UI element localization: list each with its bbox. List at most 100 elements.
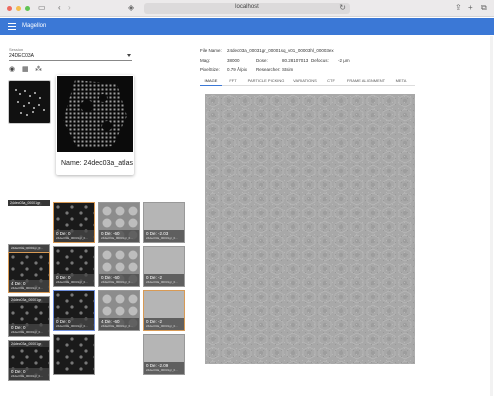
image-tile[interactable]: 0 De: -2.03 24dec03a_00031gr_0...	[143, 202, 185, 243]
tile-caption: 0 De: 024dec03a_00001gr_0...	[9, 245, 49, 252]
tile-header: 24dec03a_00001gr	[8, 200, 50, 206]
tree-view-icon[interactable]: ⁂	[35, 66, 43, 73]
tab-variations[interactable]: VARIATIONS	[290, 76, 320, 86]
view-mode-toolbar: ◉ ▦ ⁂	[9, 66, 43, 73]
tile-caption: 0 De: 024dec03a_00001gr_0...	[9, 368, 49, 380]
url-text: localhost	[235, 4, 259, 10]
tab-image[interactable]: IMAGE	[200, 76, 222, 86]
session-value: 24DEC03A	[9, 53, 35, 59]
mag-value: 38000	[227, 58, 240, 63]
tile-caption: 0 De: -60 24dec03a_00031gr_0...	[99, 230, 139, 242]
grid-view-icon[interactable]: ▦	[22, 66, 30, 73]
new-tab-icon[interactable]: +	[468, 3, 473, 13]
menu-icon[interactable]	[8, 23, 16, 30]
tile-filename: 24dec03a_00031gr_0...	[101, 236, 133, 240]
tile-filename: 24dec03a_00031gr_0...	[11, 286, 43, 290]
dose-value: 80.28107013	[282, 58, 309, 63]
tile-caption: 4 De: -60 24dec03a_00031gr_0...	[99, 318, 139, 330]
atlas-card[interactable]: Name: 24dec03a_atlas	[56, 75, 134, 175]
session-label: Session	[9, 47, 24, 52]
tile-caption: 0 De: 0 24dec03a_00031gr_0...	[54, 230, 94, 242]
tab-frame-alignment[interactable]: FRAME ALIGNMENT	[343, 76, 389, 86]
atlas-image	[57, 76, 133, 152]
eye-icon[interactable]: ◉	[9, 66, 17, 73]
file-name-label: File Name:	[200, 48, 222, 53]
session-select[interactable]: 24DEC03A	[9, 53, 132, 61]
image-tile-grid: 24dec03a_00001gr 0 De: 0 24dec03a_00031gr_…	[8, 200, 188, 390]
tile-caption: 4 De: 0 24dec03a_00031gr_0...	[9, 280, 49, 292]
image-tile[interactable]: 4 De: -60 24dec03a_00031gr_0...	[98, 290, 140, 331]
tile-filename: 24dec03a_00031gr_0...	[56, 324, 88, 328]
image-tile[interactable]: 0 De: 0 24dec03a_00031gr_0...	[53, 202, 95, 243]
image-tile[interactable]: 24dec03a_00001gr	[8, 200, 50, 206]
pixelsize-label: PixelSize:	[200, 67, 220, 72]
share-icon[interactable]: ⇪	[455, 3, 462, 13]
image-tabs: IMAGE FFT PARTICLE PICKING VARIATIONS CT…	[200, 76, 415, 86]
tile-caption: 0 De: 024dec03a_00001gr_0...	[9, 324, 49, 336]
image-tile[interactable]: 0 De: 0 24dec03a_00031gr_0...	[53, 290, 95, 331]
atlas-thumbnail[interactable]	[8, 80, 51, 124]
atlas-thumbnail-image	[15, 89, 45, 116]
tile-caption: 0 De: -2.03 24dec03a_00031gr_0...	[144, 230, 184, 242]
close-window-button[interactable]	[7, 6, 12, 11]
chevron-down-icon	[127, 54, 131, 57]
image-tile[interactable]: 0 De: -2.09 24dec03a_00031gr_0...	[143, 334, 185, 375]
micrograph-viewer[interactable]	[205, 94, 415, 364]
researcher-value: Stsim	[282, 67, 294, 72]
tab-meta[interactable]: META	[391, 76, 411, 86]
tile-filename: 24dec03a_00031gr_0...	[146, 236, 178, 240]
forward-icon[interactable]: ›	[68, 3, 71, 13]
pixelsize-value: 0.79 Å/pix	[227, 67, 248, 72]
mag-label: Mag:	[200, 58, 211, 63]
researcher-label: Researcher:	[256, 67, 281, 72]
dose-label: Dose:	[256, 58, 268, 63]
tabs-icon[interactable]: ⧉	[481, 3, 487, 13]
image-tile[interactable]	[53, 334, 95, 375]
image-tile[interactable]: 4 De: 0 24dec03a_00031gr_0...	[8, 252, 50, 293]
shield-icon[interactable]: ◈	[128, 3, 134, 13]
tile-caption: 0 De: -2 24dec03a_00031gr_0...	[144, 318, 184, 330]
tab-ctf[interactable]: CTF	[322, 76, 340, 86]
tab-particle-picking[interactable]: PARTICLE PICKING	[244, 76, 288, 86]
reload-icon[interactable]: ↻	[339, 3, 346, 13]
tile-image	[56, 337, 94, 371]
tile-filename: 24dec03a_00031gr_0...	[146, 280, 178, 284]
page-scrollbar[interactable]	[490, 36, 493, 396]
tile-filename: 24dec03a_00031gr_0...	[146, 324, 178, 328]
browser-toolbar: ▭ ‹ › ◈ localhost ↻ ⇪ + ⧉	[0, 0, 494, 17]
tile-caption: 0 De: -2 24dec03a_00031gr_0...	[144, 274, 184, 286]
tile-filename: 24dec03a_00031gr_0...	[146, 368, 178, 372]
image-tile[interactable]: 0 De: 0 24dec03a_00031gr_0...	[53, 246, 95, 287]
app-bar: Magellon	[0, 18, 494, 35]
back-icon[interactable]: ‹	[58, 3, 61, 13]
defocus-value: -2 μm	[338, 58, 350, 63]
tile-filename: 24dec03a_00001gr_0...	[11, 330, 43, 334]
image-tile[interactable]: 0 De: -60 24dec03a_00031gr_0...	[98, 202, 140, 243]
atlas-grid-image	[63, 80, 127, 148]
micrograph-image	[205, 94, 415, 364]
window-controls	[7, 6, 30, 11]
image-tile[interactable]: 0 De: -2 24dec03a_00031gr_0...	[143, 246, 185, 287]
minimize-window-button[interactable]	[16, 6, 21, 11]
sidebar-icon[interactable]: ▭	[38, 3, 46, 13]
image-tile[interactable]: 0 De: -60 24dec03a_00031gr_0...	[98, 246, 140, 287]
address-bar[interactable]: localhost ↻	[144, 3, 350, 14]
tile-caption: 0 De: -2.09 24dec03a_00031gr_0...	[144, 362, 184, 374]
tile-filename: 24dec03a_00031gr_0...	[56, 236, 88, 240]
tile-caption: 0 De: 0 24dec03a_00031gr_0...	[54, 318, 94, 330]
tab-fft[interactable]: FFT	[224, 76, 242, 86]
image-tile[interactable]: 24dec03a_00001gr 0 De: 024dec03a_00001gr_…	[8, 340, 50, 381]
app-title: Magellon	[22, 23, 47, 29]
defocus-label: Defocus:	[311, 58, 329, 63]
tile-filename: 24dec03a_00031gr_0...	[101, 324, 133, 328]
tile-filename: 24dec03a_00001gr_0...	[11, 246, 43, 250]
image-tile[interactable]: 0 De: -2 24dec03a_00031gr_0...	[143, 290, 185, 331]
atlas-name: Name: 24dec03a_atlas	[61, 160, 133, 167]
tile-caption: 0 De: -60 24dec03a_00031gr_0...	[99, 274, 139, 286]
file-name-value: 24dec03a_00031gr_00001sq_v01_00003hl_000…	[227, 48, 334, 53]
tile-filename: 24dec03a_00031gr_0...	[101, 280, 133, 284]
tile-header: 24dec03a_00001gr	[9, 341, 49, 347]
tile-filename: 24dec03a_00031gr_0...	[56, 280, 88, 284]
image-tile[interactable]: 24dec03a_00001gr 0 De: 024dec03a_00001gr_…	[8, 296, 50, 337]
maximize-window-button[interactable]	[25, 6, 30, 11]
